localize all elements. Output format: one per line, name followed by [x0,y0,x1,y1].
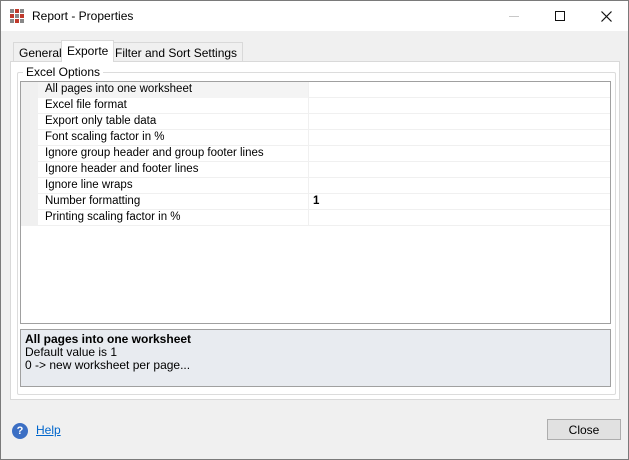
property-name: Ignore header and footer lines [45,163,199,175]
property-row[interactable]: Export only table data [21,114,610,130]
window-title: Report - Properties [32,9,134,23]
maximize-button[interactable] [537,1,583,31]
group-label: Excel Options [23,65,104,79]
property-row[interactable]: Number formatting 1 [21,194,610,210]
close-window-button[interactable] [583,1,629,31]
minimize-button[interactable] [491,1,537,31]
property-name: Ignore group header and group footer lin… [45,147,264,159]
property-row[interactable]: Printing scaling factor in % [21,210,610,226]
property-row[interactable]: Font scaling factor in % [21,130,610,146]
property-name: Font scaling factor in % [45,131,165,143]
property-name: Ignore line wraps [45,179,133,191]
property-row[interactable]: All pages into one worksheet [21,82,610,98]
property-row[interactable]: Ignore header and footer lines [21,162,610,178]
property-row[interactable]: Ignore group header and group footer lin… [21,146,610,162]
property-value[interactable]: 1 [313,195,319,207]
tab-exporte[interactable]: Exporte [61,40,115,62]
tab-filter-sort-settings[interactable]: Filter and Sort Settings [109,42,244,61]
close-icon [600,10,612,22]
maximize-icon [555,11,565,21]
description-panel: All pages into one worksheet Default val… [20,329,611,387]
property-row[interactable]: Excel file format [21,98,610,114]
help-icon[interactable]: ? [12,423,28,439]
property-name: Number formatting [45,195,141,207]
title-bar: Report - Properties [1,1,628,31]
property-name: Export only table data [45,115,157,127]
tab-general[interactable]: General [13,42,68,61]
help-link[interactable]: Help [36,423,61,437]
property-name: Printing scaling factor in % [45,211,181,223]
property-grid[interactable]: All pages into one worksheet Excel file … [20,81,611,324]
description-text: 0 -> new worksheet per page... [25,358,191,372]
close-button[interactable]: Close [547,419,621,440]
property-row[interactable]: Ignore line wraps [21,178,610,194]
property-name: Excel file format [45,99,127,111]
properties-dialog: Report - Properties General Exporte Filt… [0,0,629,460]
grid-app-icon [10,9,25,24]
property-name: All pages into one worksheet [45,83,193,95]
minimize-icon [509,15,519,17]
